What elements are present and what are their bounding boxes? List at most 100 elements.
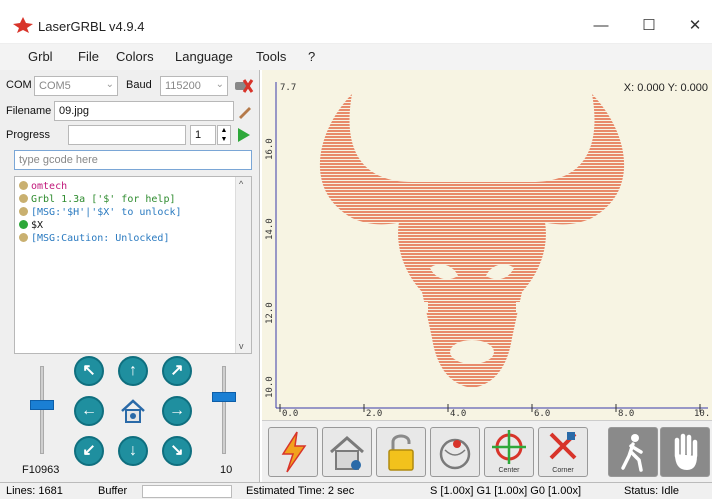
set-zero-button[interactable] — [430, 427, 480, 477]
buffer-bar — [142, 485, 232, 498]
lines-count: Lines: 1681 — [6, 485, 63, 497]
stop-hand-icon — [674, 433, 698, 470]
laser-app-icon — [13, 17, 33, 33]
x-tick-label: 8.0 — [618, 409, 634, 419]
close-button[interactable]: ✕ — [680, 14, 710, 38]
console-scrollbar[interactable]: ^ v — [235, 177, 251, 353]
console-line-text: [MSG:'$H'|'$X' to unlock] — [31, 207, 182, 218]
console-line: $X — [19, 220, 43, 231]
x-tick-label: 10. — [694, 409, 710, 419]
filename-label: Filename — [6, 105, 52, 117]
info-icon — [19, 194, 28, 203]
y-tick-label: 14.0 — [265, 218, 275, 240]
gcode-input[interactable]: type gcode here — [14, 150, 252, 170]
console-log: omtech Grbl 1.3a ['$' for help] [MSG:'$H… — [14, 176, 252, 354]
com-label: COM — [6, 79, 32, 91]
home-icon[interactable] — [118, 396, 148, 426]
corner-button[interactable]: Corner — [538, 427, 588, 477]
center-button[interactable]: Center — [484, 427, 534, 477]
jog-up-button[interactable]: ↑ — [118, 356, 148, 386]
console-line-text: $X — [31, 220, 44, 231]
title-bar: LaserGRBL v4.9.4 — ☐ ✕ — [0, 0, 712, 44]
homing-button[interactable] — [322, 427, 372, 477]
buffer-label: Buffer — [98, 485, 128, 497]
window-title: LaserGRBL v4.9.4 — [38, 19, 145, 34]
padlock-icon — [388, 434, 414, 471]
x-tick-label: 2.0 — [366, 409, 382, 419]
baud-rate-select[interactable]: 115200 ⌄ — [160, 76, 228, 96]
center-caption: Center — [498, 467, 520, 474]
open-file-icon[interactable] — [236, 102, 254, 120]
console-line: omtech — [19, 181, 67, 192]
stop-button[interactable] — [660, 427, 710, 477]
console-line: [MSG:Caution: Unlocked] — [19, 233, 169, 244]
disconnect-icon[interactable] — [232, 76, 254, 96]
action-toolbar: Center Corner — [262, 420, 712, 482]
info-icon — [19, 207, 28, 216]
jog-down-button[interactable]: ↓ — [118, 436, 148, 466]
jog-up-left-button[interactable]: ↖ — [74, 356, 104, 386]
speed-slider-thumb[interactable] — [30, 400, 54, 410]
baud-rate-value: 115200 — [165, 80, 201, 92]
jog-up-right-button[interactable]: ↗ — [162, 356, 192, 386]
console-line-text: omtech — [31, 181, 68, 192]
jog-down-right-button[interactable]: ↘ — [162, 436, 192, 466]
x-tick-label: 4.0 — [450, 409, 466, 419]
jog-right-button[interactable]: → — [162, 396, 192, 426]
menu-colors[interactable]: Colors — [116, 49, 154, 64]
y-tick-label: 10.0 — [265, 376, 275, 398]
run-play-icon[interactable] — [236, 126, 252, 144]
menu-tools[interactable]: Tools — [256, 49, 286, 64]
unlock-button[interactable] — [376, 427, 426, 477]
progress-label: Progress — [6, 129, 51, 141]
chevron-up-icon[interactable]: ^ — [239, 179, 243, 189]
x-tick-label: 6.0 — [534, 409, 550, 419]
info-icon — [19, 181, 28, 190]
menu-help[interactable]: ? — [308, 49, 315, 64]
console-line-text: [MSG:Caution: Unlocked] — [31, 233, 170, 244]
jog-left-button[interactable]: ← — [74, 396, 104, 426]
filename-field[interactable]: 09.jpg — [54, 101, 234, 121]
corner-caption: Corner — [552, 467, 574, 474]
speed-slider-track[interactable] — [40, 366, 44, 454]
walking-person-icon — [621, 434, 643, 472]
y-tick-label: 7.7 — [280, 83, 296, 93]
override-values: S [1.00x] G1 [1.00x] G0 [1.00x] — [430, 485, 582, 497]
menu-file[interactable]: File — [78, 49, 99, 64]
maximize-button[interactable]: ☐ — [634, 14, 664, 38]
speed-value: F10963 — [22, 464, 60, 476]
step-slider-track[interactable] — [222, 366, 226, 454]
progress-bar — [68, 125, 186, 145]
preview-svg: 7.7 16.0 14.0 12.0 10.0 0.0 2.0 4.0 6.0 8.0 10. — [265, 82, 710, 419]
y-tick-label: 16.0 — [265, 138, 275, 160]
minimize-button[interactable]: — — [586, 14, 616, 38]
jog-walk-button[interactable] — [608, 427, 658, 477]
check-icon — [19, 220, 28, 229]
coordinates-readout: X: 0.000 Y: 0.000 — [623, 82, 708, 94]
console-line: Grbl 1.3a ['$' for help] — [19, 194, 176, 205]
com-port-value: COM5 — [39, 80, 71, 92]
copies-field[interactable]: 1 — [190, 125, 216, 145]
laser-fire-button[interactable] — [268, 427, 318, 477]
x-axis-ticks: 0.0 2.0 4.0 6.0 8.0 10. — [279, 404, 710, 419]
info-icon — [19, 233, 28, 242]
com-port-select[interactable]: COM5 ⌄ — [34, 76, 118, 96]
jog-down-left-button[interactable]: ↙ — [74, 436, 104, 466]
globe-pin-icon — [439, 438, 471, 470]
menu-language[interactable]: Language — [175, 49, 233, 64]
control-panel: COM COM5 ⌄ Baud 115200 ⌄ Filename 09.jpg… — [0, 70, 260, 482]
preview-canvas[interactable]: 7.7 16.0 14.0 12.0 10.0 0.0 2.0 4.0 6.0 8.0 10. X… — [262, 70, 712, 420]
chevron-down-icon: ⌄ — [105, 79, 114, 90]
console-line-text: Grbl 1.3a ['$' for help] — [31, 194, 176, 205]
chevron-down-icon[interactable]: v — [239, 341, 244, 351]
x-tick-label: 0.0 — [282, 409, 298, 419]
status-bar: Lines: 1681 Buffer Estimated Time: 2 sec… — [0, 482, 712, 499]
y-axis-ticks: 7.7 16.0 14.0 12.0 10.0 — [265, 83, 296, 398]
house-icon — [330, 436, 364, 470]
step-slider-thumb[interactable] — [212, 392, 236, 402]
copies-stepper[interactable]: ▲ ▼ — [217, 125, 231, 145]
y-tick-label: 12.0 — [265, 302, 275, 324]
lightning-icon — [281, 431, 307, 473]
chevron-down-icon: ⌄ — [215, 79, 224, 90]
menu-grbl[interactable]: Grbl — [28, 49, 53, 64]
